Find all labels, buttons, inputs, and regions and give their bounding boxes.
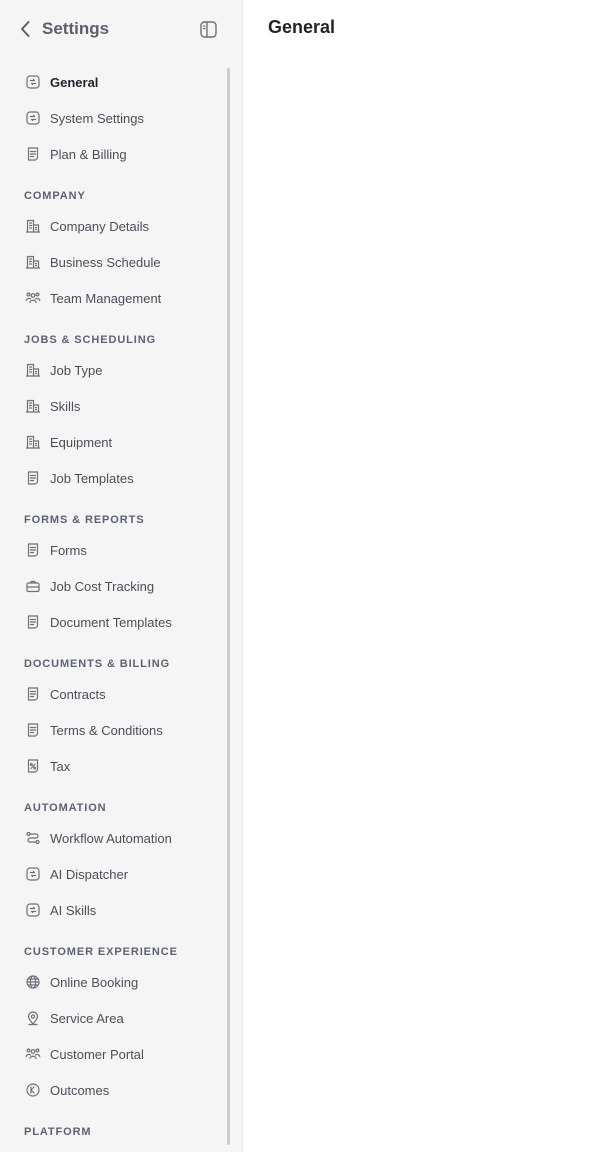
back-button[interactable] <box>16 19 34 39</box>
team-icon <box>24 289 42 307</box>
sidebar-item-label: Plan & Billing <box>50 146 127 162</box>
tax-document-icon <box>24 757 42 775</box>
sidebar-item-label: Job Type <box>50 362 103 378</box>
sidebar-header: Settings <box>0 0 243 60</box>
sidebar-item-workflow-automation[interactable]: Workflow Automation <box>0 820 226 856</box>
sidebar-item-team-management[interactable]: Team Management <box>0 280 226 316</box>
sidebar-item-label: Skills <box>50 398 81 414</box>
sidebar-item-service-area[interactable]: Service Area <box>0 1000 226 1036</box>
document-icon <box>24 613 42 631</box>
sidebar-item-job-cost-tracking[interactable]: Job Cost Tracking <box>0 568 226 604</box>
sidebar-scrollbar[interactable] <box>227 68 230 1145</box>
location-pin-icon <box>24 1009 42 1027</box>
sidebar-item-label: System Settings <box>50 110 144 126</box>
building-icon <box>24 253 42 271</box>
sidebar-item-business-schedule[interactable]: Business Schedule <box>0 244 226 280</box>
sidebar-item-system-settings[interactable]: System Settings <box>0 100 226 136</box>
settings-sidebar: Settings General System Settings Plan & Bi… <box>0 0 243 1152</box>
sidebar-item-label: Customer Portal <box>50 1046 144 1062</box>
document-icon <box>24 469 42 487</box>
sidebar-item-general[interactable]: General <box>0 64 226 100</box>
sidebar-item-terms-and-conditions[interactable]: Terms & Conditions <box>0 712 226 748</box>
document-icon <box>24 721 42 739</box>
globe-icon <box>24 973 42 991</box>
document-icon <box>24 685 42 703</box>
sidebar-item-label: AI Skills <box>50 902 97 918</box>
sidebar-toggle-icon <box>199 20 217 38</box>
sidebar-item-label: Company Details <box>50 218 149 234</box>
chat-square-icon <box>24 109 42 127</box>
sidebar-item-label: Online Booking <box>50 974 139 990</box>
workflow-icon <box>24 829 42 847</box>
sidebar-item-label: Job Cost Tracking <box>50 578 155 594</box>
section-header-customer-experience: CUSTOMER EXPERIENCE <box>24 946 178 958</box>
sidebar-item-label: Business Schedule <box>50 254 161 270</box>
section-header-company: COMPANY <box>24 190 86 202</box>
building-icon <box>24 361 42 379</box>
sidebar-item-online-booking[interactable]: Online Booking <box>0 964 226 1000</box>
sidebar-item-skills[interactable]: Skills <box>0 388 226 424</box>
building-icon <box>24 397 42 415</box>
building-icon <box>24 433 42 451</box>
sidebar-item-label: Terms & Conditions <box>50 722 163 738</box>
chevron-left-icon <box>21 21 30 37</box>
section-header-documents-and-billing: DOCUMENTS & BILLING <box>24 658 171 670</box>
section-header-forms-and-reports: FORMS & REPORTS <box>24 514 145 526</box>
sidebar-item-label: Service Area <box>50 1010 124 1026</box>
sidebar-item-label: AI Dispatcher <box>50 866 129 882</box>
settings-nav: General System Settings Plan & Billing COMP… <box>0 64 226 1152</box>
collapse-sidebar-button[interactable] <box>198 19 218 39</box>
page-title: General <box>268 17 336 37</box>
section-header-automation: AUTOMATION <box>24 802 107 814</box>
outcome-icon <box>24 1081 42 1099</box>
sidebar-item-label: Equipment <box>50 434 113 450</box>
sidebar-title: Settings <box>42 19 110 38</box>
sidebar-item-label: Workflow Automation <box>50 830 172 846</box>
sidebar-item-label: General <box>50 74 99 90</box>
sidebar-item-company-details[interactable]: Company Details <box>0 208 226 244</box>
sidebar-item-contracts[interactable]: Contracts <box>0 676 226 712</box>
section-header-platform: PLATFORM <box>24 1126 92 1138</box>
building-icon <box>24 217 42 235</box>
sidebar-item-ai-dispatcher[interactable]: AI Dispatcher <box>0 856 226 892</box>
document-icon <box>24 145 42 163</box>
section-header-jobs-and-scheduling: JOBS & SCHEDULING <box>24 334 157 346</box>
sidebar-item-label: Forms <box>50 542 87 558</box>
chat-square-icon <box>24 865 42 883</box>
sidebar-item-ai-skills[interactable]: AI Skills <box>0 892 226 928</box>
team-icon <box>24 1045 42 1063</box>
sidebar-item-equipment[interactable]: Equipment <box>0 424 226 460</box>
sidebar-item-label: Job Templates <box>50 470 134 486</box>
sidebar-item-job-templates[interactable]: Job Templates <box>0 460 226 496</box>
chat-square-icon <box>24 901 42 919</box>
sidebar-item-label: Document Templates <box>50 614 172 630</box>
sidebar-item-outcomes[interactable]: Outcomes <box>0 1072 226 1108</box>
sidebar-item-forms[interactable]: Forms <box>0 532 226 568</box>
sidebar-item-job-type[interactable]: Job Type <box>0 352 226 388</box>
sidebar-item-label: Tax <box>50 758 71 774</box>
sidebar-item-plan-and-billing[interactable]: Plan & Billing <box>0 136 226 172</box>
chat-square-icon <box>24 73 42 91</box>
sidebar-item-label: Outcomes <box>50 1082 110 1098</box>
sidebar-item-label: Team Management <box>50 290 162 306</box>
sidebar-item-document-templates[interactable]: Document Templates <box>0 604 226 640</box>
sidebar-item-label: Contracts <box>50 686 106 702</box>
sidebar-item-customer-portal[interactable]: Customer Portal <box>0 1036 226 1072</box>
main-content: General <box>244 0 599 1152</box>
document-icon <box>24 541 42 559</box>
briefcase-icon <box>24 577 42 595</box>
sidebar-item-tax[interactable]: Tax <box>0 748 226 784</box>
